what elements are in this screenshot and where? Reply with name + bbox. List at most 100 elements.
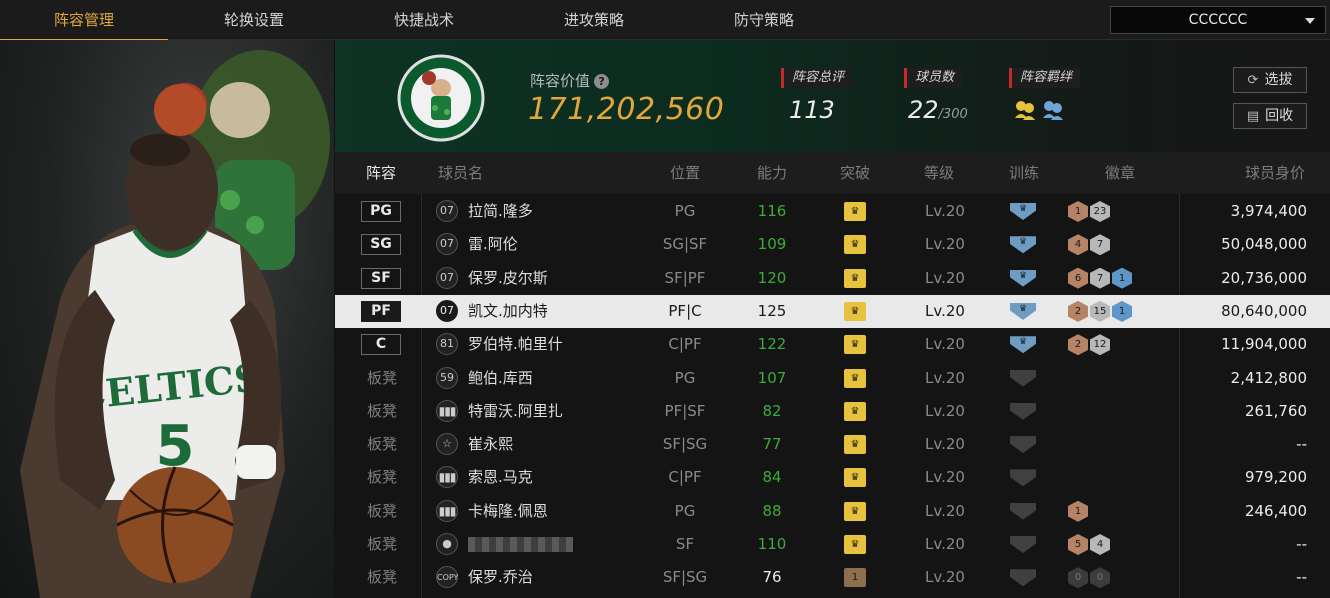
player-name[interactable]: 崔永熙 bbox=[468, 428, 513, 461]
badge-hex-icon[interactable]: 1 bbox=[1112, 267, 1132, 289]
crown-icon[interactable]: ♛ bbox=[844, 535, 866, 554]
player-ability: 107 bbox=[757, 368, 787, 387]
player-level: Lv.20 bbox=[925, 468, 965, 487]
player-name[interactable]: 罗伯特.帕里什 bbox=[468, 328, 563, 361]
crown-icon[interactable]: ♛ bbox=[844, 368, 866, 388]
header-player-name[interactable]: 球员名 bbox=[438, 152, 483, 194]
header-ability[interactable]: 能力 bbox=[757, 152, 787, 194]
header-training[interactable]: 训练 bbox=[1009, 152, 1039, 194]
table-row[interactable]: 板凳 ▮▮▮ 索恩.马克 C|PF 84 ♛ Lv.20 ♛ 979,200 bbox=[335, 461, 1330, 494]
help-icon[interactable]: ? bbox=[594, 74, 610, 89]
crown-icon[interactable]: ♛ bbox=[844, 268, 866, 288]
table-row[interactable]: SF 07 保罗.皮尔斯 SF|PF 120 ♛ Lv.20 ♛ 6 7 1 20,736,000 bbox=[335, 262, 1330, 295]
player-price: 261,760 bbox=[1244, 401, 1307, 420]
crown-icon[interactable]: ♛ bbox=[844, 335, 866, 355]
table-row[interactable]: 板凳 COPY 保罗.乔治 SF|SG 76 1 Lv.20 ♛ 0 0 -- bbox=[335, 561, 1330, 594]
rating-bars-icon: ▮▮▮ bbox=[436, 399, 458, 422]
crown-icon[interactable]: ♛ bbox=[844, 501, 866, 521]
player-level: Lv.20 bbox=[925, 368, 965, 387]
tab-offense-strategy[interactable]: 进攻策略 bbox=[510, 0, 678, 40]
training-shield-icon[interactable]: ♛ bbox=[1010, 336, 1036, 354]
player-name[interactable]: 保罗.乔治 bbox=[468, 561, 533, 594]
crown-icon[interactable]: ♛ bbox=[844, 235, 866, 255]
crown-icon[interactable]: ♛ bbox=[844, 401, 866, 421]
training-shield-icon[interactable]: ♛ bbox=[1010, 469, 1036, 487]
training-shield-icon[interactable]: ♛ bbox=[1010, 569, 1036, 587]
header-position[interactable]: 位置 bbox=[670, 152, 700, 194]
player-ability: 120 bbox=[757, 268, 787, 287]
training-shield-icon[interactable]: ♛ bbox=[1010, 369, 1036, 387]
badge-hex-icon[interactable]: 15 bbox=[1090, 300, 1110, 322]
table-row[interactable]: 板凳 ● SF 110 ♛ Lv.20 ♛ 5 4 -- bbox=[335, 528, 1330, 561]
player-name[interactable]: 雷.阿伦 bbox=[468, 228, 518, 261]
player-name[interactable]: 凯文.加内特 bbox=[468, 295, 548, 328]
badge-hex-icon[interactable]: 1 bbox=[1112, 300, 1132, 322]
table-row[interactable]: SG 07 雷.阿伦 SG|SF 109 ♛ Lv.20 ♛ 4 7 50,048,000 bbox=[335, 228, 1330, 261]
badge-hex-icon[interactable]: 4 bbox=[1090, 534, 1110, 555]
badge-hex-icon[interactable]: 1 bbox=[1068, 500, 1088, 522]
table-row[interactable]: PG 07 拉简.隆多 PG 116 ♛ Lv.20 ♛ 1 23 3,974,400 bbox=[335, 195, 1330, 228]
season-card-icon: 59 bbox=[436, 366, 458, 389]
training-shield-icon[interactable]: ♛ bbox=[1010, 536, 1036, 553]
badge-hex-icon[interactable]: 5 bbox=[1068, 534, 1088, 555]
recycle-icon: ▤ bbox=[1246, 109, 1260, 124]
table-row[interactable]: 板凳 ▮▮▮ 卡梅隆.佩恩 PG 88 ♛ Lv.20 ♛ 1 246,400 bbox=[335, 495, 1330, 528]
header-breakthrough[interactable]: 突破 bbox=[840, 152, 870, 194]
player-name[interactable]: 特雷沃.阿里扎 bbox=[468, 395, 563, 428]
badge-hex-icon[interactable]: 2 bbox=[1068, 300, 1088, 322]
player-name[interactable]: 鲍伯.库西 bbox=[468, 362, 533, 395]
header-level[interactable]: 等级 bbox=[924, 152, 954, 194]
tab-lineup-management[interactable]: 阵容管理 bbox=[0, 0, 168, 41]
training-shield-icon[interactable]: ♛ bbox=[1010, 203, 1036, 220]
badge-hex-icon[interactable]: 23 bbox=[1090, 201, 1110, 222]
player-name[interactable]: 卡梅隆.佩恩 bbox=[468, 495, 548, 528]
badge-hex-icon[interactable]: 7 bbox=[1090, 234, 1110, 256]
badge-hex-icon[interactable]: 4 bbox=[1068, 234, 1088, 256]
rating-bars-icon: ▮▮▮ bbox=[436, 499, 458, 522]
crown-icon[interactable]: ♛ bbox=[844, 435, 866, 455]
crown-icon[interactable]: ♛ bbox=[844, 468, 866, 488]
recycle-button[interactable]: ▤ 回收 bbox=[1233, 103, 1307, 129]
training-shield-icon[interactable]: ♛ bbox=[1010, 436, 1036, 454]
tab-quick-tactics[interactable]: 快捷战术 bbox=[340, 0, 508, 40]
training-shield-icon[interactable]: ♛ bbox=[1010, 502, 1036, 520]
badge-hex-icon[interactable]: 0 bbox=[1090, 567, 1110, 589]
header-lineup[interactable]: 阵容 bbox=[366, 152, 396, 194]
player-price: -- bbox=[1296, 535, 1307, 553]
tab-defense-strategy[interactable]: 防守策略 bbox=[680, 0, 848, 40]
tab-rotation-settings[interactable]: 轮换设置 bbox=[170, 0, 338, 40]
badge-hex-icon[interactable]: 7 bbox=[1090, 267, 1110, 289]
table-row[interactable]: 板凳 ▮▮▮ 特雷沃.阿里扎 PF|SF 82 ♛ Lv.20 ♛ 261,760 bbox=[335, 395, 1330, 428]
crown-icon[interactable]: ♛ bbox=[844, 301, 866, 321]
badge-hex-icon[interactable]: 12 bbox=[1090, 334, 1110, 356]
player-name[interactable]: 索恩.马克 bbox=[468, 461, 533, 494]
team-select-dropdown[interactable]: CCCCCC bbox=[1110, 6, 1326, 34]
badge-hex-icon[interactable]: 1 bbox=[1068, 201, 1088, 222]
lineup-slot-badge: PF bbox=[361, 300, 401, 322]
badge-hex-icon[interactable]: 6 bbox=[1068, 267, 1088, 289]
player-level: Lv.20 bbox=[925, 235, 965, 254]
training-shield-icon[interactable]: ♛ bbox=[1010, 402, 1036, 420]
player-ability: 122 bbox=[757, 335, 787, 354]
training-shield-icon[interactable]: ♛ bbox=[1010, 269, 1036, 287]
player-name[interactable]: 拉简.隆多 bbox=[468, 195, 533, 228]
crown-icon[interactable]: ♛ bbox=[844, 202, 866, 221]
header-player-value[interactable]: 球员身价 bbox=[1245, 152, 1305, 194]
training-shield-icon[interactable]: ♛ bbox=[1010, 236, 1036, 254]
player-ability: 109 bbox=[757, 235, 787, 254]
breakthrough-level[interactable]: 1 bbox=[844, 568, 866, 588]
player-price: 3,974,400 bbox=[1230, 202, 1307, 220]
training-shield-icon[interactable]: ♛ bbox=[1010, 302, 1036, 320]
pick-player-button[interactable]: ⟳ 选拔 bbox=[1233, 67, 1307, 93]
season-card-icon: 81 bbox=[436, 333, 458, 356]
table-row[interactable]: 板凳 59 鲍伯.库西 PG 107 ♛ Lv.20 ♛ 2,412,800 bbox=[335, 362, 1330, 395]
table-row[interactable]: PF 07 凯文.加内特 PF|C 125 ♛ Lv.20 ♛ 2 15 1 80,640,000 bbox=[335, 294, 1330, 328]
badge-hex-icon[interactable]: 0 bbox=[1068, 567, 1088, 589]
lineup-bond-icons[interactable] bbox=[1013, 98, 1069, 126]
badge-hex-icon[interactable]: 2 bbox=[1068, 334, 1088, 356]
player-name[interactable]: 保罗.皮尔斯 bbox=[468, 262, 548, 295]
table-row[interactable]: C 81 罗伯特.帕里什 C|PF 122 ♛ Lv.20 ♛ 2 12 11,904,000 bbox=[335, 328, 1330, 361]
table-row[interactable]: 板凳 ☆ 崔永熙 SF|SG 77 ♛ Lv.20 ♛ -- bbox=[335, 428, 1330, 461]
bench-label: 板凳 bbox=[367, 401, 398, 420]
header-badges[interactable]: 徽章 bbox=[1105, 152, 1135, 194]
